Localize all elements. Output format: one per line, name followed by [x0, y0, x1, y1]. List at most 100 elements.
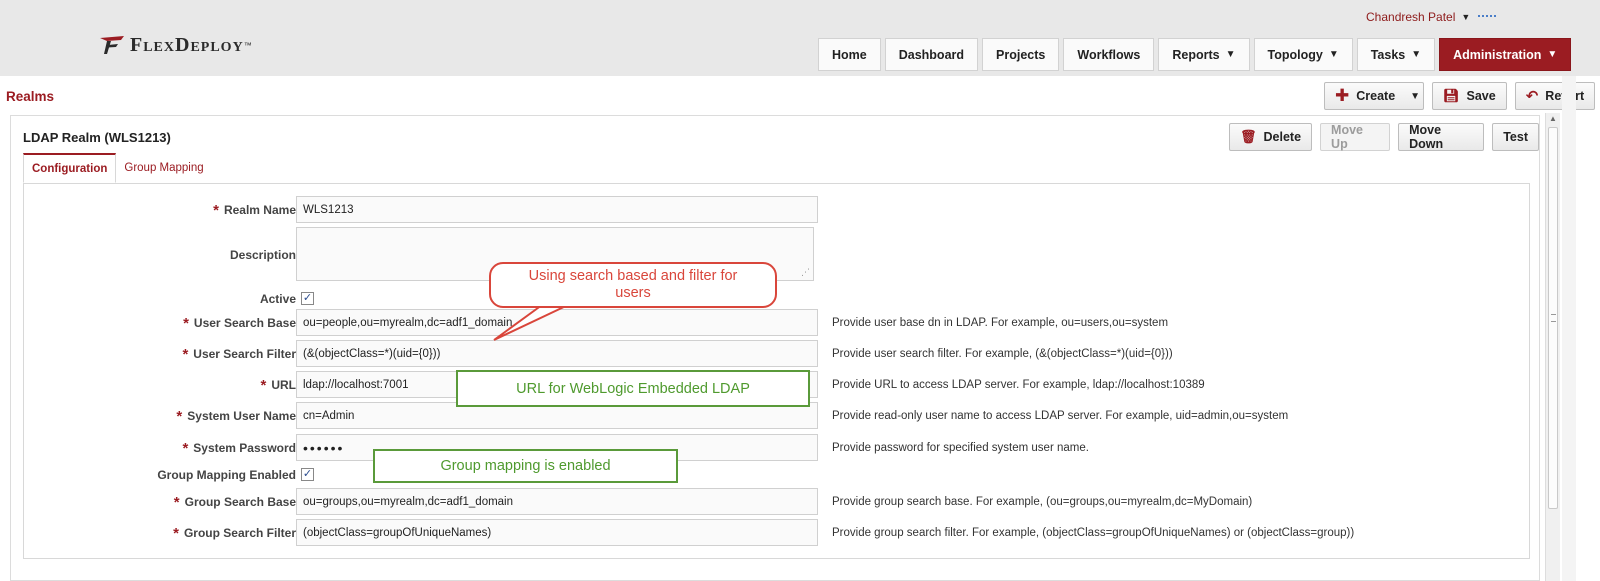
realm-panel: LDAP Realm (WLS1213) 🗑︎ Delete Move Up M…: [10, 115, 1540, 581]
save-label: Save: [1466, 89, 1496, 103]
floppy-disk-icon: 💾︎: [1443, 88, 1460, 103]
delete-label: Delete: [1263, 130, 1302, 144]
nav-topology-label: Topology: [1267, 47, 1323, 62]
group-search-base-row: * Group Search Base ou=groups,ou=myrealm,…: [24, 488, 1524, 516]
more-options-icon[interactable]: [1478, 15, 1496, 18]
move-up-label: Move Up: [1331, 123, 1363, 151]
move-up-button[interactable]: Move Up: [1320, 123, 1391, 151]
user-search-filter-help: Provide user search filter. For example,…: [832, 348, 1173, 360]
test-label: Test: [1503, 130, 1528, 144]
required-icon: *: [176, 407, 183, 425]
group-search-filter-label: * Group Search Filter: [173, 519, 296, 547]
scrollbar-thumb[interactable]: [1548, 127, 1558, 509]
callout-pointer: [493, 304, 569, 341]
active-checkbox[interactable]: ✓: [301, 292, 314, 305]
save-button[interactable]: 💾︎ Save: [1432, 82, 1507, 110]
nav-dashboard[interactable]: Dashboard: [884, 38, 979, 71]
group-mapping-enabled-label: Group Mapping Enabled: [157, 468, 296, 482]
required-icon: *: [213, 201, 219, 219]
required-icon: *: [260, 376, 267, 394]
page-title: Realms: [6, 89, 55, 104]
nav-dashboard-label: Dashboard: [898, 47, 965, 62]
realm-name-row: * Realm Name WLS1213: [24, 196, 1524, 224]
chevron-down-icon: ▼: [1461, 12, 1471, 22]
user-search-filter-row: * User Search Filter (&(objectClass=*)(ui…: [24, 340, 1524, 368]
required-icon: *: [173, 493, 180, 511]
plus-icon: ✚: [1335, 86, 1350, 105]
required-icon: *: [182, 345, 189, 363]
nav-home[interactable]: Home: [818, 38, 881, 71]
group-mapping-callout: Group mapping is enabled: [373, 449, 678, 483]
group-search-base-input[interactable]: ou=groups,ou=myrealm,dc=adf1_domain: [296, 488, 818, 515]
user-search-base-help: Provide user base dn in LDAP. For exampl…: [832, 317, 1169, 329]
realm-name-label-text: Realm Name: [223, 203, 296, 217]
realm-name-input[interactable]: WLS1213: [296, 196, 818, 223]
user-menu[interactable]: Chandresh Patel ▼: [1366, 10, 1470, 24]
group-search-filter-label-text: Group Search Filter: [183, 526, 296, 540]
required-icon: *: [182, 439, 189, 457]
user-search-base-label: * User Search Base: [183, 309, 296, 337]
group-mapping-enabled-checkbox[interactable]: ✓: [301, 468, 314, 481]
group-search-base-label: * Group Search Base: [174, 488, 296, 516]
chevron-down-icon: ▼: [1411, 49, 1422, 60]
chevron-down-icon: ▼: [1328, 49, 1339, 60]
system-user-name-label-text: System User Name: [187, 409, 296, 423]
nav-reports[interactable]: Reports ▼: [1158, 38, 1250, 71]
move-down-button[interactable]: Move Down: [1398, 123, 1485, 151]
realm-name-label: * Realm Name: [213, 196, 296, 224]
resize-handle-icon[interactable]: ⋰: [801, 267, 810, 278]
user-search-filter-input[interactable]: (&(objectClass=*)(uid={0})): [296, 340, 818, 367]
brand-name: FlexDeploy: [130, 33, 244, 56]
brand-trademark: ™: [243, 40, 252, 50]
nav-reports-label: Reports: [1172, 47, 1220, 62]
nav-topology[interactable]: Topology ▼: [1253, 38, 1353, 71]
nav-tasks-label: Tasks: [1370, 47, 1406, 62]
revert-button[interactable]: ↶ Revert: [1514, 82, 1596, 110]
tab-configuration[interactable]: Configuration: [23, 153, 117, 183]
system-user-name-label: * System User Name: [176, 402, 296, 430]
trash-icon: 🗑︎: [1240, 129, 1257, 144]
user-search-filter-label: * User Search Filter: [182, 340, 296, 368]
url-help: Provide URL to access LDAP server. For e…: [832, 379, 1205, 391]
nav-workflows-label: Workflows: [1077, 47, 1141, 62]
user-search-base-label-text: User Search Base: [193, 316, 296, 330]
flexdeploy-logo[interactable]: FlexDeploy ™: [98, 32, 252, 58]
group-search-filter-row: * Group Search Filter (objectClass=groupO…: [24, 519, 1524, 547]
system-password-label-text: System Password: [193, 441, 296, 455]
group-search-filter-input[interactable]: (objectClass=groupOfUniqueNames): [296, 519, 818, 546]
main-nav: Home Dashboard Projects Workflows Report…: [818, 38, 1572, 71]
required-icon: *: [183, 314, 189, 332]
chevron-down-icon: ▼: [1225, 49, 1236, 60]
user-search-base-row: * User Search Base ou=people,ou=myrealm,d…: [24, 309, 1524, 337]
nav-tasks[interactable]: Tasks ▼: [1356, 38, 1436, 71]
group-search-filter-help: Provide group search filter. For example…: [832, 527, 1355, 539]
system-user-name-help: Provide read-only user name to access LD…: [832, 410, 1289, 422]
chevron-down-icon: ▼: [1547, 49, 1558, 60]
page-actions: ✚ Create ▼ 💾︎ Save ↶ Revert: [1324, 82, 1596, 110]
create-button[interactable]: ✚ Create ▼: [1324, 82, 1424, 110]
test-button[interactable]: Test: [1492, 123, 1539, 151]
required-icon: *: [173, 524, 179, 542]
panel-scrollbar[interactable]: ▲: [1545, 113, 1560, 581]
flexdeploy-logo-icon: [98, 34, 126, 56]
nav-administration-label: Administration: [1453, 47, 1542, 62]
delete-button[interactable]: 🗑︎ Delete: [1229, 123, 1313, 151]
search-callout: Using search based and filter for users: [489, 262, 777, 308]
tab-group-mapping[interactable]: Group Mapping: [116, 153, 211, 183]
nav-workflows[interactable]: Workflows: [1063, 38, 1155, 71]
group-search-base-label-text: Group Search Base: [184, 495, 296, 509]
scroll-up-icon[interactable]: ▲: [1549, 114, 1557, 123]
url-callout: URL for WebLogic Embedded LDAP: [456, 370, 810, 407]
system-password-help: Provide password for specified system us…: [832, 442, 1089, 454]
system-password-row: * System Password •••••• Provide password…: [24, 434, 1524, 462]
nav-administration[interactable]: Administration ▼: [1439, 38, 1572, 71]
description-label: Description: [229, 248, 296, 262]
user-name: Chandresh Patel: [1366, 10, 1456, 24]
top-bar: FlexDeploy ™ Chandresh Patel ▼ Home Dashb…: [0, 0, 1600, 76]
url-label-text: URL: [271, 378, 296, 392]
move-down-label: Move Down: [1409, 123, 1444, 151]
nav-projects[interactable]: Projects: [982, 38, 1060, 71]
chevron-down-icon[interactable]: ▼: [1410, 91, 1420, 102]
page-scrollbar[interactable]: [1562, 76, 1576, 581]
system-password-label: * System Password: [182, 434, 296, 462]
